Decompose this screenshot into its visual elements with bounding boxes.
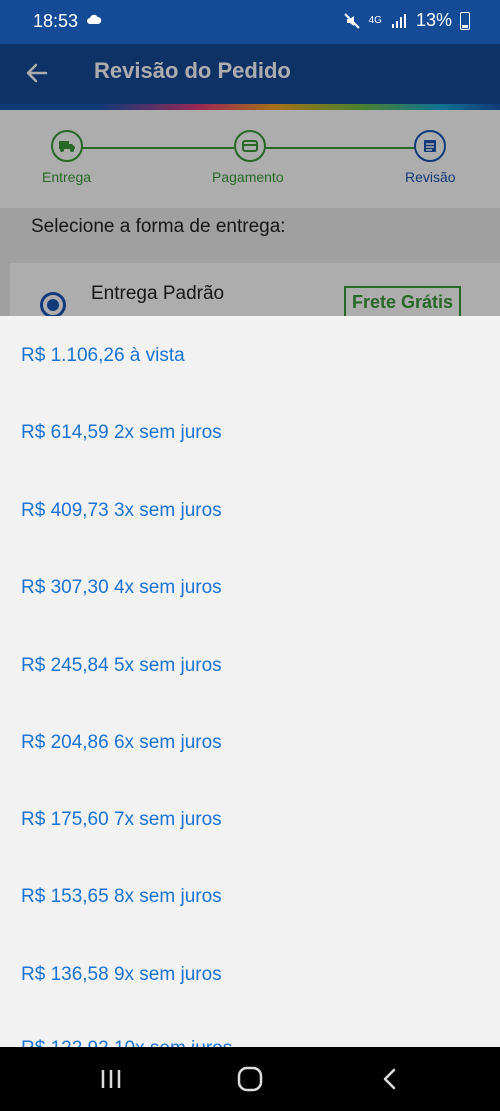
home-icon[interactable] (235, 1065, 265, 1093)
installment-option[interactable]: R$ 1.106,26 à vista (21, 345, 185, 367)
back-icon[interactable] (375, 1065, 405, 1093)
status-time: 18:53 (33, 11, 79, 31)
installment-option[interactable]: R$ 122,92 10x sem juros (21, 1038, 232, 1047)
scrim-overlay[interactable] (0, 44, 500, 316)
installment-option[interactable]: R$ 245,84 5x sem juros (21, 655, 222, 677)
battery-icon (460, 11, 470, 30)
signal-icon (391, 13, 406, 28)
installment-option[interactable]: R$ 409,73 3x sem juros (21, 500, 222, 522)
installment-option[interactable]: R$ 175,60 7x sem juros (21, 809, 222, 831)
system-nav-bar (0, 1047, 500, 1111)
recent-apps-icon[interactable] (96, 1065, 126, 1093)
installment-option[interactable]: R$ 136,58 9x sem juros (21, 964, 222, 986)
status-bar: 18:53 4G 13% (0, 0, 500, 44)
installment-options-sheet: R$ 1.106,26 à vista R$ 614,59 2x sem jur… (0, 316, 500, 1047)
installment-option[interactable]: R$ 307,30 4x sem juros (21, 577, 222, 599)
installment-option[interactable]: R$ 614,59 2x sem juros (21, 422, 222, 444)
mute-icon (343, 12, 360, 29)
installment-option[interactable]: R$ 204,86 6x sem juros (21, 732, 222, 754)
status-indicators: 4G 13% (343, 10, 470, 31)
cloud-sync-icon (87, 14, 102, 24)
network-label: 4G (368, 15, 382, 26)
battery-percent: 13% (415, 10, 452, 30)
installment-option[interactable]: R$ 153,65 8x sem juros (21, 886, 222, 908)
